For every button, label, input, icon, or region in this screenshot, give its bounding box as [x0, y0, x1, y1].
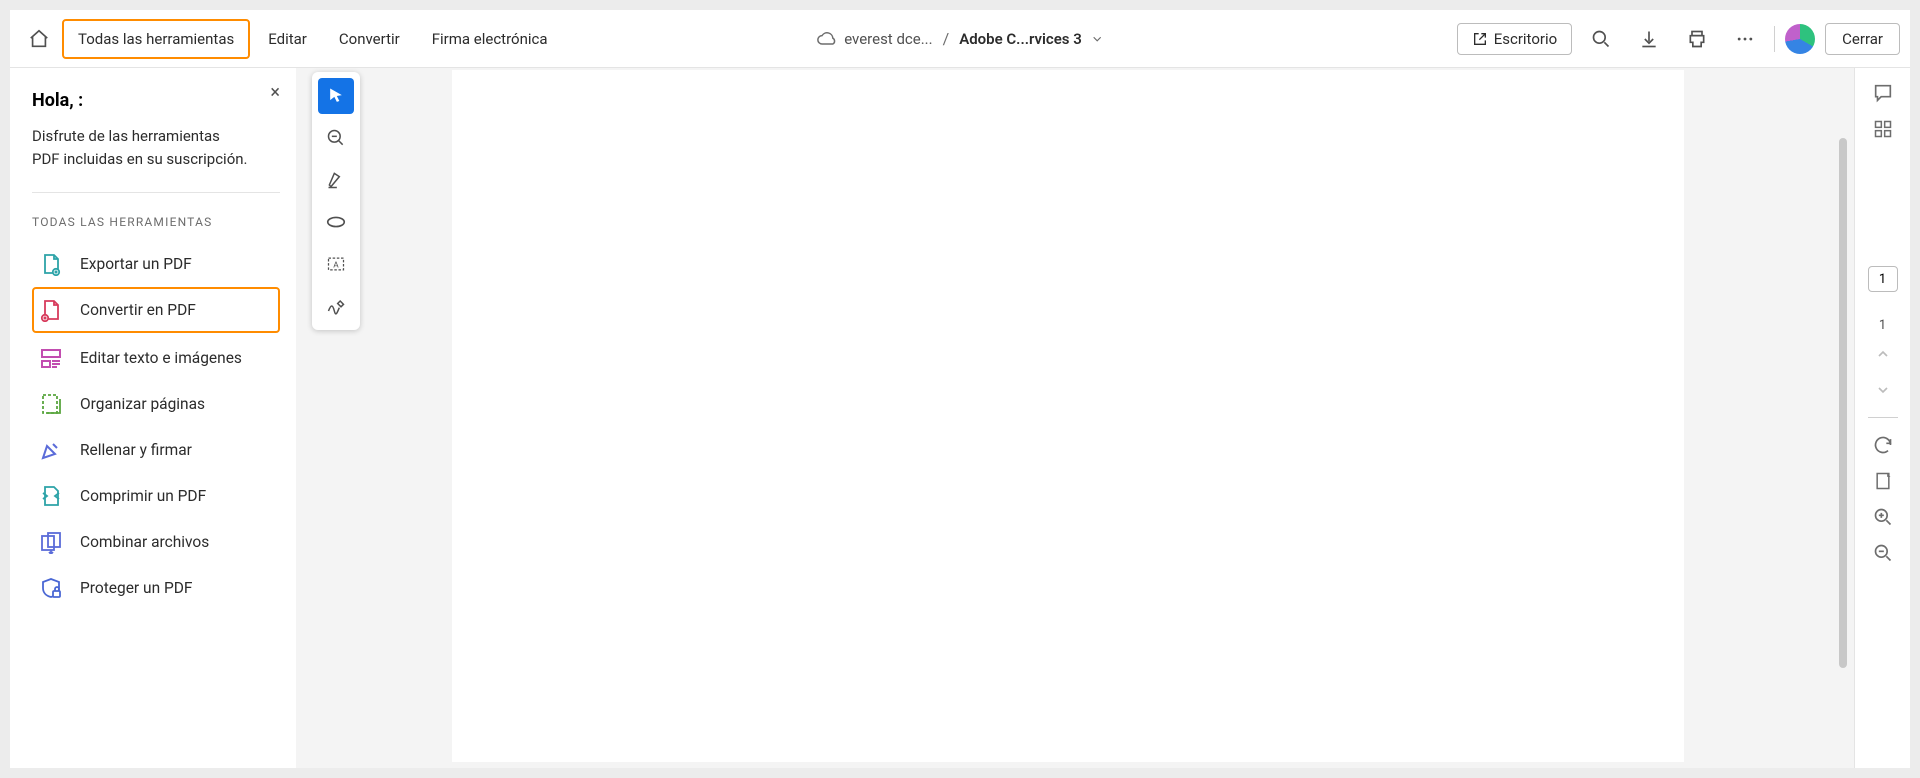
compress-icon — [38, 483, 64, 509]
tool-edit-text-images[interactable]: Editar texto e imágenes — [32, 335, 280, 381]
close-button[interactable]: Cerrar — [1825, 23, 1900, 55]
breadcrumb: everest dce... / Adobe C...rvices 3 — [816, 29, 1104, 49]
top-bar: Todas las herramientas Editar Convertir … — [10, 10, 1910, 68]
more-icon[interactable] — [1726, 20, 1764, 58]
divider — [1868, 417, 1898, 418]
tab-esign[interactable]: Firma electrónica — [418, 22, 562, 56]
top-left-group: Todas las herramientas Editar Convertir … — [20, 19, 562, 59]
thumbnails-icon[interactable] — [1865, 114, 1901, 144]
export-pdf-icon — [38, 251, 64, 277]
page-up-icon[interactable] — [1865, 339, 1901, 369]
divider — [1774, 26, 1775, 52]
textbox-tool-icon[interactable]: A — [318, 246, 354, 282]
tool-convert-pdf[interactable]: Convertir en PDF — [32, 287, 280, 333]
sign-tool-icon[interactable] — [318, 288, 354, 324]
doc-title-dropdown[interactable]: Adobe C...rvices 3 — [959, 30, 1104, 48]
zoom-in-icon[interactable] — [1865, 502, 1901, 532]
desktop-label: Escritorio — [1494, 30, 1557, 48]
zoom-tool-icon[interactable] — [318, 120, 354, 156]
tool-label: Exportar un PDF — [80, 255, 192, 273]
comments-icon[interactable] — [1865, 78, 1901, 108]
page-input[interactable]: 1 — [1868, 266, 1898, 292]
section-header: TODAS LAS HERRAMIENTAS — [32, 215, 280, 229]
page-down-icon[interactable] — [1865, 375, 1901, 405]
main-body: × Hola, : Disfrute de las herramientas P… — [10, 68, 1910, 768]
total-pages: 1 — [1879, 318, 1886, 333]
tool-organize-pages[interactable]: Organizar páginas — [32, 381, 280, 427]
convert-pdf-icon — [38, 297, 64, 323]
open-desktop-button[interactable]: Escritorio — [1457, 23, 1572, 55]
tool-fill-sign[interactable]: Rellenar y firmar — [32, 427, 280, 473]
doc-title: Adobe C...rvices 3 — [959, 30, 1082, 48]
tool-label: Proteger un PDF — [80, 579, 193, 597]
rotate-icon[interactable] — [1865, 430, 1901, 460]
cloud-icon — [816, 29, 836, 49]
cloud-label: everest dce... — [844, 30, 932, 48]
tools-panel: × Hola, : Disfrute de las herramientas P… — [10, 68, 302, 768]
fit-page-icon[interactable] — [1865, 466, 1901, 496]
chevron-down-icon — [1090, 32, 1104, 46]
tool-label: Organizar páginas — [80, 395, 205, 413]
organize-icon — [38, 391, 64, 417]
breadcrumb-sep: / — [943, 29, 950, 48]
top-right-group: Escritorio Cerrar — [1457, 20, 1900, 58]
tool-compress-pdf[interactable]: Comprimir un PDF — [32, 473, 280, 519]
svg-text:A: A — [333, 260, 339, 270]
scrollbar-vertical[interactable] — [1839, 138, 1847, 668]
greeting-subtitle: Disfrute de las herramientas PDF incluid… — [32, 125, 280, 170]
external-link-icon — [1472, 31, 1488, 47]
tool-label: Combinar archivos — [80, 533, 209, 551]
panel-close-icon[interactable]: × — [270, 82, 280, 103]
fill-sign-icon — [38, 437, 64, 463]
tool-label: Convertir en PDF — [80, 301, 196, 319]
tool-protect-pdf[interactable]: Proteger un PDF — [32, 565, 280, 611]
tab-all-tools[interactable]: Todas las herramientas — [62, 19, 250, 59]
tab-convert[interactable]: Convertir — [325, 22, 414, 56]
tool-label: Comprimir un PDF — [80, 487, 206, 505]
greeting: Hola, : — [32, 90, 280, 111]
combine-icon — [38, 529, 64, 555]
cloud-location[interactable]: everest dce... — [816, 29, 932, 49]
print-icon[interactable] — [1678, 20, 1716, 58]
tab-edit[interactable]: Editar — [254, 22, 321, 56]
divider — [32, 192, 280, 193]
tool-combine-files[interactable]: Combinar archivos — [32, 519, 280, 565]
document-area — [302, 68, 1854, 768]
freeform-tool-icon[interactable] — [318, 204, 354, 240]
zoom-out-icon[interactable] — [1865, 538, 1901, 568]
document-canvas[interactable] — [452, 70, 1684, 762]
tool-label: Editar texto e imágenes — [80, 349, 242, 367]
download-icon[interactable] — [1630, 20, 1668, 58]
search-icon[interactable] — [1582, 20, 1620, 58]
avatar[interactable] — [1785, 24, 1815, 54]
edit-icon — [38, 345, 64, 371]
home-icon[interactable] — [20, 20, 58, 58]
right-rail: 1 1 — [1854, 68, 1910, 768]
tool-export-pdf[interactable]: Exportar un PDF — [32, 241, 280, 287]
highlight-tool-icon[interactable] — [318, 162, 354, 198]
selection-toolbar: A — [312, 72, 360, 330]
select-tool-icon[interactable] — [318, 78, 354, 114]
protect-icon — [38, 575, 64, 601]
tool-label: Rellenar y firmar — [80, 441, 192, 459]
